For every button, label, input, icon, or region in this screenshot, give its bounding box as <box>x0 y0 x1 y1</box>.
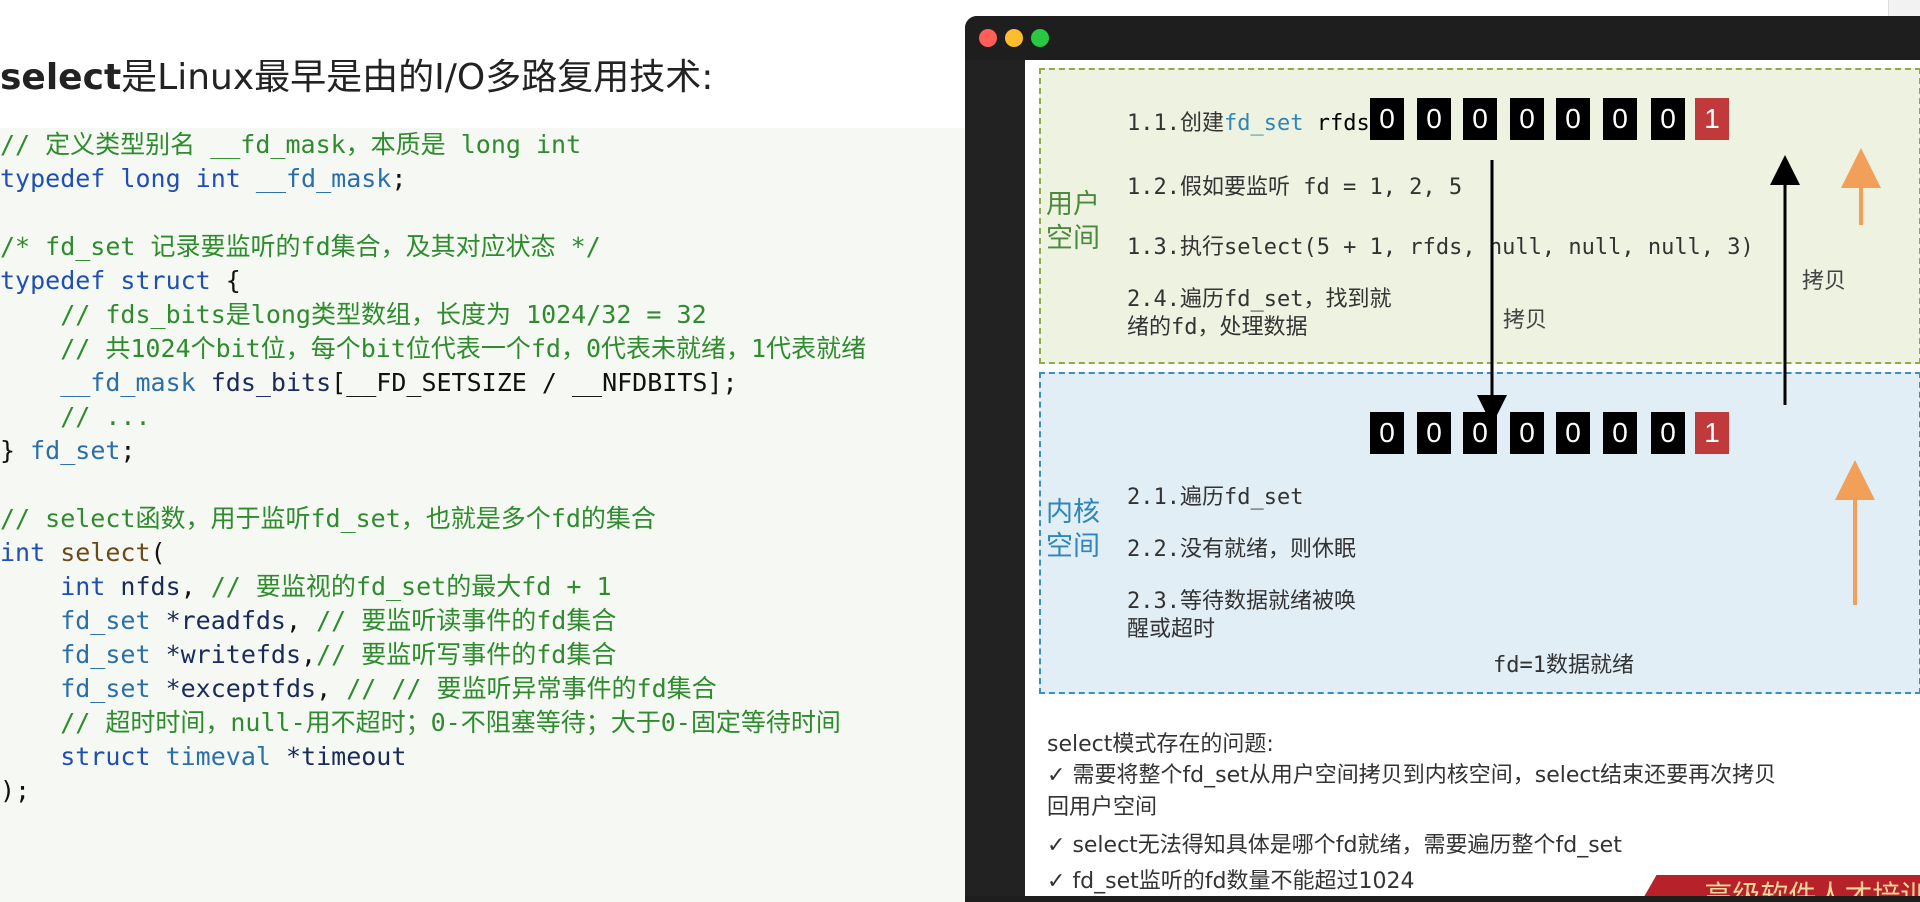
problems-title: select模式存在的问题: <box>1047 732 1274 757</box>
window-bottom-bar <box>965 896 1920 902</box>
heading-rest: 是Linux最早是由的I/O多路复用技术: <box>121 57 714 98</box>
background-window-edge <box>1888 0 1920 16</box>
code-line: // 定义类型别名 __fd_mask，本质是 long int <box>0 130 582 159</box>
code-line: fd_set *exceptfds, // // 要监听异常事件的fd集合 <box>0 674 717 703</box>
code-line: // 共1024个bit位，每个bit位代表一个fd，0代表未就绪，1代表就绪 <box>0 334 867 363</box>
code-line: ); <box>0 776 31 805</box>
code-line: // 超时时间，null-用不超时；0-不阻塞等待；大于0-固定等待时间 <box>0 708 841 737</box>
code-block: // 定义类型别名 __fd_mask，本质是 long int typedef… <box>0 128 965 902</box>
problem-item: ✓ 需要将整个fd_set从用户空间拷贝到内核空间，select结束还要再次拷贝… <box>1047 763 1777 820</box>
copy-down-label: 拷贝 <box>1503 308 1548 333</box>
code-line: int select( <box>0 538 166 567</box>
code-line: typedef long int __fd_mask; <box>0 164 407 193</box>
code-line: // select函数，用于监听fd_set，也就是多个fd的集合 <box>0 504 656 533</box>
window-titlebar[interactable] <box>965 16 1920 60</box>
code-line: __fd_mask fds_bits[__FD_SETSIZE / __NFDB… <box>0 368 738 397</box>
maximize-button[interactable] <box>1031 29 1049 47</box>
code-line: // ... <box>0 402 151 431</box>
copy-up-label: 拷贝 <box>1802 269 1847 294</box>
code-line: // fds_bits是long类型数组，长度为 1024/32 = 32 <box>0 300 707 329</box>
code-line: struct timeval *timeout <box>0 742 407 771</box>
code-line: fd_set *writefds,// 要监听写事件的fd集合 <box>0 640 617 669</box>
slide-content: 用户 空间 内核 空间 1.1.创建fd_set rfds 1.2.假如要监听 … <box>1025 60 1920 902</box>
close-button[interactable] <box>979 29 997 47</box>
viewer-window: 用户 空间 内核 空间 1.1.创建fd_set rfds 1.2.假如要监听 … <box>965 16 1920 902</box>
code-line: } fd_set; <box>0 436 136 465</box>
code-line: fd_set *readfds, // 要监听读事件的fd集合 <box>0 606 617 635</box>
heading-bold: select <box>0 57 122 98</box>
arrows-layer <box>1477 148 1881 605</box>
code-line: int nfds, // 要监视的fd_set的最大fd + 1 <box>0 572 612 601</box>
page-heading: select是Linux最早是由的I/O多路复用技术: <box>0 48 713 100</box>
code-line: typedef struct { <box>0 266 241 295</box>
problem-item: ✓ fd_set监听的fd数量不能超过1024 <box>1047 869 1415 894</box>
minimize-button[interactable] <box>1005 29 1023 47</box>
problem-item: ✓ select无法得知具体是哪个fd就绪，需要遍历整个fd_set <box>1047 833 1622 858</box>
code-line: /* fd_set 记录要监听的fd集合，及其对应状态 */ <box>0 232 601 261</box>
